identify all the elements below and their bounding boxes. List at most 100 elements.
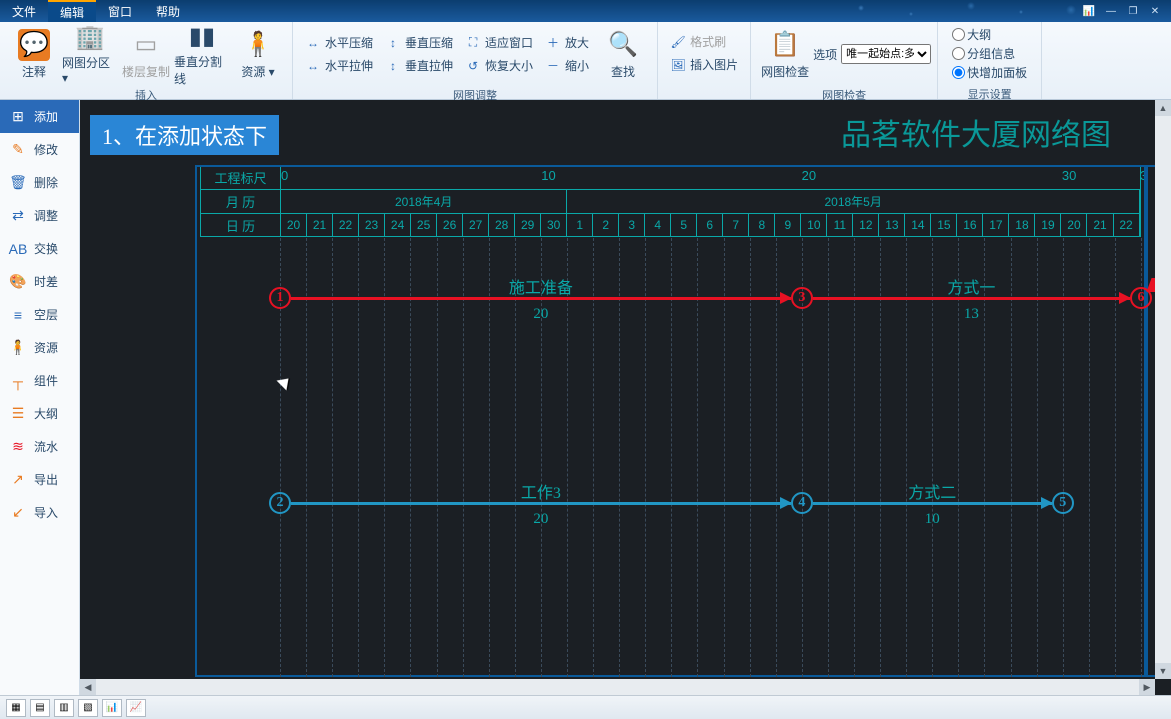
modify-btn[interactable]: ✎修改 [0, 133, 79, 166]
annotate-btn[interactable]: 💬注释 [6, 24, 62, 84]
outline-btn[interactable]: ☰大纲 [0, 397, 79, 430]
scale-mark: 30 [1062, 168, 1076, 183]
node-2[interactable]: 2 [269, 492, 291, 514]
fit-window-btn-icon: ⛶ [465, 35, 481, 51]
ribbon: 💬注释🏢网图分区 ▾▭楼层复制▮▮垂直分割线🧍资源 ▾ 插入 ↔水平压缩↔水平拉… [0, 22, 1171, 100]
grid-zone-btn[interactable]: 🏢网图分区 ▾ [62, 24, 118, 84]
day-cell: 15 [931, 214, 957, 236]
day-cell: 27 [463, 214, 489, 236]
footer-view2[interactable]: ▤ [30, 699, 50, 717]
day-cell: 22 [333, 214, 359, 236]
format-painter-btn: 🖌格式刷 [668, 32, 740, 51]
vsplit-btn[interactable]: ▮▮垂直分割线 [174, 24, 230, 84]
vcompress-btn[interactable]: ↕垂直压缩 [383, 33, 455, 52]
footer-view3[interactable]: ▥ [54, 699, 74, 717]
close-icon[interactable]: ✕ [1147, 3, 1163, 19]
day-cell: 30 [541, 214, 567, 236]
net-check-btn[interactable]: 📋 网图检查 [757, 24, 813, 84]
node-3[interactable]: 3 [791, 287, 813, 309]
modify-btn-icon: ✎ [10, 142, 26, 158]
insert-image-btn[interactable]: 🖼插入图片 [668, 55, 740, 74]
add-btn-icon: ⊞ [10, 109, 26, 125]
empty-layer-btn-icon: ≡ [10, 307, 26, 323]
resource-btn-icon: 🧍 [242, 29, 274, 61]
flow-btn[interactable]: ≋流水 [0, 430, 79, 463]
day-cell: 28 [489, 214, 515, 236]
import-btn[interactable]: ↙导入 [0, 496, 79, 529]
day-cell: 7 [723, 214, 749, 236]
task-label: 方式一 [947, 274, 995, 298]
scale-mark: 0 [281, 168, 288, 183]
minimize-icon[interactable]: — [1103, 3, 1119, 19]
search-icon: 🔍 [607, 29, 639, 61]
display-radio-分组信息[interactable]: 分组信息 [952, 45, 1027, 62]
task-duration: 20 [533, 306, 548, 323]
instruction-box: 1、在添加状态下 [90, 115, 279, 155]
node-1[interactable]: 1 [269, 287, 291, 309]
zoom-out-btn[interactable]: －缩小 [543, 56, 591, 75]
scroll-left-icon[interactable]: ◀ [80, 679, 96, 695]
scale-mark: 10 [541, 168, 555, 183]
day-cell: 24 [385, 214, 411, 236]
day-cell: 9 [775, 214, 801, 236]
task-label: 工作3 [521, 479, 561, 503]
day-cell: 3 [619, 214, 645, 236]
calc-icon[interactable]: 📊 [1081, 3, 1097, 19]
footer-view4[interactable]: ▧ [78, 699, 98, 717]
month-cell: 2018年5月 [567, 190, 1140, 213]
scroll-down-icon[interactable]: ▼ [1155, 663, 1171, 679]
display-radio-快增加面板[interactable]: 快增加面板 [952, 64, 1027, 81]
day-cell: 13 [879, 214, 905, 236]
node-4[interactable]: 4 [791, 492, 813, 514]
scroll-up-icon[interactable]: ▲ [1155, 100, 1171, 116]
scroll-right-icon[interactable]: ▶ [1139, 679, 1155, 695]
resource-side-btn[interactable]: 🧍资源 [0, 331, 79, 364]
task-label: 方式二 [908, 479, 956, 503]
empty-layer-btn[interactable]: ≡空层 [0, 298, 79, 331]
horizontal-scrollbar[interactable]: ◀ ▶ [80, 679, 1155, 695]
display-radio-大纲[interactable]: 大纲 [952, 26, 1027, 43]
node-5[interactable]: 5 [1052, 492, 1074, 514]
footer-chart2[interactable]: 📈 [126, 699, 146, 717]
menu-help[interactable]: 帮助 [144, 0, 192, 22]
restore-icon[interactable]: ❐ [1125, 3, 1141, 19]
delete-btn-icon: 🗑 [10, 175, 26, 191]
import-btn-icon: ↙ [10, 505, 26, 521]
annotate-btn-icon: 💬 [18, 29, 50, 61]
vstretch-btn[interactable]: ↕垂直拉伸 [383, 56, 455, 75]
task-duration: 20 [533, 511, 548, 528]
add-btn[interactable]: ⊞添加 [0, 100, 79, 133]
footer: ▦▤▥▧📊📈 [0, 695, 1171, 719]
footer-chart1[interactable]: 📊 [102, 699, 122, 717]
option-select[interactable]: 唯一起始点:多 [841, 44, 931, 64]
day-cell: 18 [1009, 214, 1035, 236]
zoom-in-btn[interactable]: ＋放大 [543, 33, 591, 52]
day-row-label: 日 历 [201, 214, 281, 236]
day-cell: 5 [671, 214, 697, 236]
footer-view1[interactable]: ▦ [6, 699, 26, 717]
fit-window-btn[interactable]: ⛶适应窗口 [463, 33, 535, 52]
export-btn[interactable]: ↗导出 [0, 463, 79, 496]
exchange-btn[interactable]: AB交换 [0, 232, 79, 265]
delete-btn[interactable]: 🗑删除 [0, 166, 79, 199]
component-btn[interactable]: ┬组件 [0, 364, 79, 397]
month-row-label: 月 历 [201, 190, 281, 213]
adjust-btn[interactable]: ⇄调整 [0, 199, 79, 232]
resource-btn[interactable]: 🧍资源 ▾ [230, 24, 286, 84]
restore-size-btn[interactable]: ↺恢复大小 [463, 56, 535, 75]
vertical-scrollbar[interactable]: ▲ ▼ [1155, 100, 1171, 679]
day-cell: 11 [827, 214, 853, 236]
hcompress-btn[interactable]: ↔水平压缩 [303, 33, 375, 52]
find-btn[interactable]: 🔍 查找 [595, 24, 651, 84]
menu-file[interactable]: 文件 [0, 0, 48, 22]
hcompress-btn-icon: ↔ [305, 35, 321, 51]
scale-row-label: 工程标尺 [201, 166, 281, 189]
day-cell: 22 [1114, 214, 1140, 236]
format-painter-btn-icon: 🖌 [670, 34, 686, 50]
timediff-btn[interactable]: 🎨时差 [0, 265, 79, 298]
day-cell: 21 [1087, 214, 1113, 236]
day-cell: 17 [983, 214, 1009, 236]
hstretch-btn[interactable]: ↔水平拉伸 [303, 56, 375, 75]
menu-window[interactable]: 窗口 [96, 0, 144, 22]
menu-edit[interactable]: 编辑 [48, 0, 96, 22]
